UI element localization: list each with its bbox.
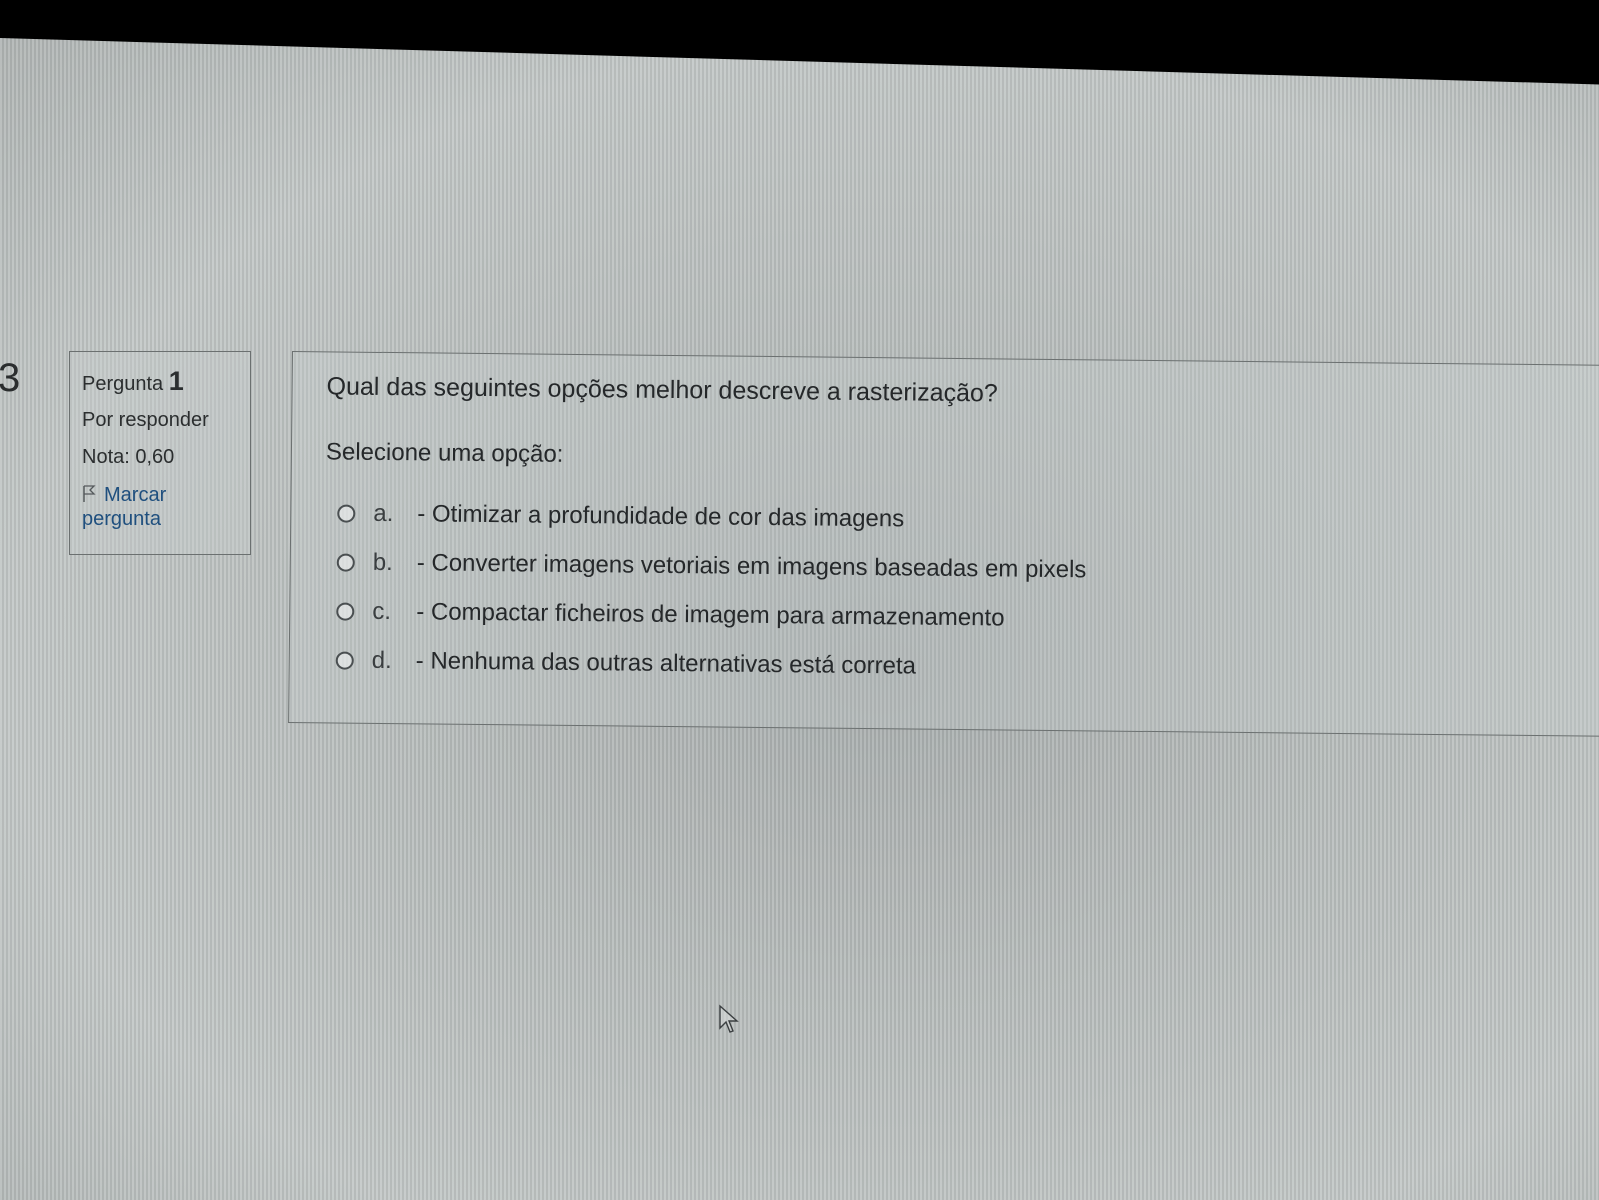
question-status: Por responder <box>82 409 209 431</box>
answer-option-c[interactable]: c. - Compactar ficheiros de imagem para … <box>336 586 1086 643</box>
answer-text: - Converter imagens vetoriais em imagens… <box>416 548 1087 583</box>
flag-question-link[interactable]: Marcar pergunta <box>82 483 238 531</box>
question-label: Pergunta <box>82 373 164 395</box>
radio-button[interactable] <box>335 650 354 670</box>
radio-button[interactable] <box>336 601 355 621</box>
question-number: 1 <box>168 366 184 396</box>
answer-option-b[interactable]: b. - Converter imagens vetoriais em imag… <box>336 537 1087 594</box>
answer-text: - Otimizar a profundidade de cor das ima… <box>417 499 905 532</box>
answer-text: - Compactar ficheiros de imagem para arm… <box>416 597 1005 631</box>
answer-letter: b. <box>372 548 393 576</box>
flag-icon <box>83 485 96 502</box>
question-info-panel: Pergunta 1 Por responder Nota: 0,60 Marc… <box>69 351 251 555</box>
answer-letter: a. <box>373 499 394 527</box>
answer-option-a[interactable]: a. - Otimizar a profundidade de cor das … <box>337 488 1087 545</box>
radio-button[interactable] <box>336 552 355 572</box>
question-title: Pergunta 1 <box>82 366 238 397</box>
select-prompt: Selecione uma opção: <box>325 438 564 468</box>
answer-letter: c. <box>372 597 392 625</box>
question-text: Qual das seguintes opções melhor descrev… <box>326 372 998 408</box>
radio-button[interactable] <box>337 503 356 523</box>
question-grade: Nota: 0,60 <box>82 446 175 468</box>
answer-letter: d. <box>371 646 392 674</box>
answer-text: - Nenhuma das outras alternativas está c… <box>415 646 917 680</box>
answer-options: a. - Otimizar a profundidade de cor das … <box>335 488 1088 692</box>
mouse-cursor-icon <box>719 1004 739 1033</box>
page-number: 3 <box>0 356 21 400</box>
answer-option-d[interactable]: d. - Nenhuma das outras alternativas est… <box>335 635 1086 692</box>
question-content: Qual das seguintes opções melhor descrev… <box>288 351 1599 737</box>
